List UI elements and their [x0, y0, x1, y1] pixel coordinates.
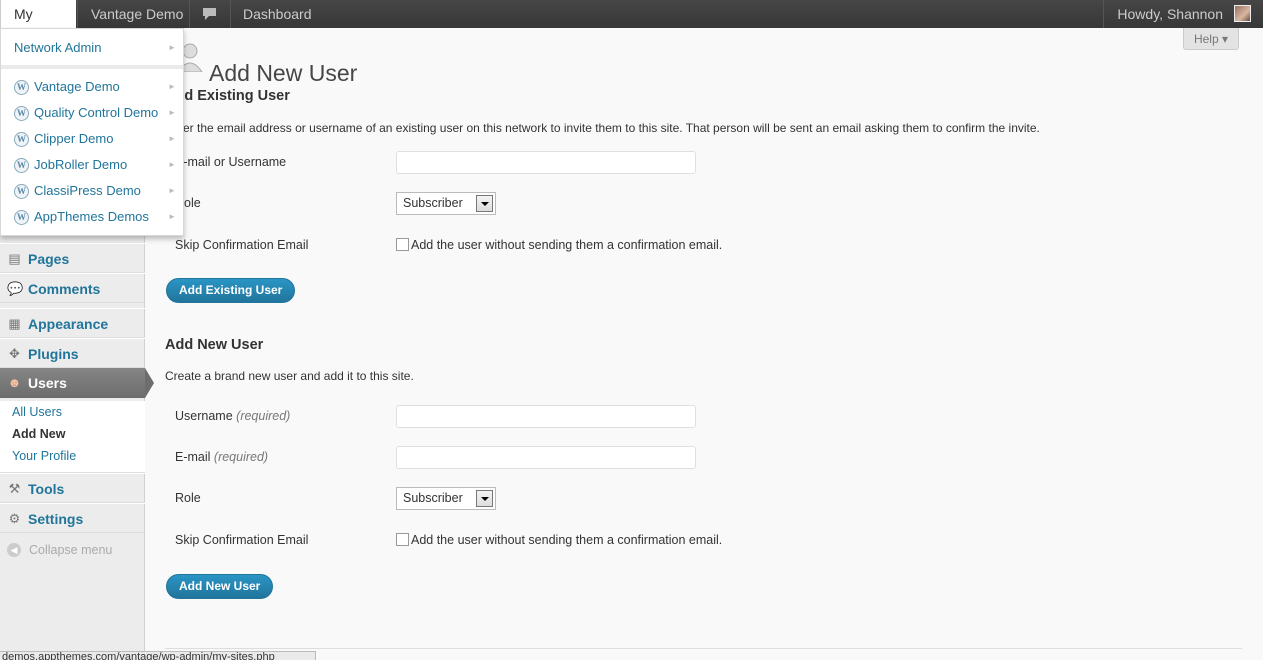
- menu-item-comments[interactable]: 💬 Comments: [0, 273, 145, 303]
- email-or-username-label: E-mail or Username: [175, 155, 287, 169]
- dropdown-arrow-icon: [476, 490, 493, 507]
- site-item[interactable]: W Vantage Demo ►: [1, 74, 183, 100]
- submenu-arrow-icon: ►: [168, 212, 176, 221]
- role-value: Subscriber: [403, 491, 463, 505]
- site-name-link[interactable]: Vantage Demo: [78, 0, 196, 28]
- add-existing-description: Enter the email address or username of a…: [165, 121, 1040, 135]
- main-content: Help ▾ Add New User Add Existing User En…: [146, 28, 1263, 660]
- site-item[interactable]: W JobRoller Demo ►: [1, 152, 183, 178]
- network-admin-item[interactable]: Network Admin ►: [1, 35, 183, 61]
- new-role-select[interactable]: Subscriber: [396, 487, 496, 510]
- existing-skip-label: Skip Confirmation Email: [175, 238, 309, 252]
- plugins-icon: ✥: [9, 346, 20, 361]
- new-skip-checkbox[interactable]: [396, 533, 409, 546]
- existing-skip-checkbox[interactable]: [396, 238, 409, 251]
- pages-icon: ▤: [8, 251, 21, 266]
- collapse-arrow-icon: ◀: [7, 543, 21, 557]
- submenu-arrow-icon: ►: [168, 43, 176, 52]
- howdy-user-menu[interactable]: Howdy, Shannon: [1103, 0, 1263, 28]
- footer-divider: [165, 648, 1242, 649]
- settings-icon: ⚙: [8, 511, 21, 526]
- admin-bar: My Sites Vantage Demo Dashboard Howdy, S…: [0, 0, 1263, 50]
- email-input[interactable]: [396, 446, 696, 469]
- menu-item-tools[interactable]: ⚒ Tools: [0, 473, 145, 503]
- role-value: Subscriber: [403, 196, 463, 210]
- menu-label: Pages: [28, 251, 70, 267]
- menu-label: Comments: [28, 281, 101, 297]
- site-label: ClassiPress Demo: [34, 183, 141, 198]
- menu-label: Plugins: [28, 346, 79, 362]
- menu-label: Appearance: [28, 316, 109, 332]
- collapse-menu-button[interactable]: ◀ Collapse menu: [0, 540, 145, 560]
- dropdown-divider: [1, 65, 183, 69]
- menu-item-appearance[interactable]: ▦ Appearance: [0, 308, 145, 338]
- site-item[interactable]: W AppThemes Demos ►: [1, 204, 183, 230]
- submenu-arrow-icon: ►: [168, 108, 176, 117]
- submenu-arrow-icon: ►: [168, 186, 176, 195]
- menu-label: Tools: [28, 481, 65, 497]
- my-sites-menu-button[interactable]: My Sites: [0, 0, 76, 50]
- howdy-text: Howdy, Shannon: [1117, 6, 1223, 22]
- tools-icon: ⚒: [8, 481, 21, 496]
- email-label: E-mail (required): [175, 450, 269, 464]
- existing-skip-text: Add the user without sending them a conf…: [411, 238, 723, 252]
- user-avatar: [1234, 5, 1251, 22]
- submenu-add-new[interactable]: Add New: [0, 423, 145, 445]
- site-label: JobRoller Demo: [34, 157, 128, 172]
- comments-icon: 💬: [7, 281, 24, 296]
- menu-label: Settings: [28, 511, 84, 527]
- comments-bubble-button[interactable]: [189, 0, 229, 28]
- submenu-all-users[interactable]: All Users: [0, 401, 145, 423]
- my-sites-dropdown: Network Admin ► W Vantage Demo ► W Quali…: [0, 28, 184, 236]
- collapse-label: Collapse menu: [29, 543, 113, 557]
- browser-status-url: demos.appthemes.com/vantage/wp-admin/my-…: [0, 651, 316, 660]
- menu-label: Users: [28, 375, 67, 391]
- users-icon: ☻: [7, 375, 22, 390]
- add-new-heading: Add New User: [165, 337, 264, 353]
- new-skip-text: Add the user without sending them a conf…: [411, 533, 723, 547]
- menu-item-plugins[interactable]: ✥ Plugins: [0, 338, 145, 368]
- site-label: Vantage Demo: [34, 79, 120, 94]
- wordpress-icon: W: [14, 210, 29, 225]
- menu-item-settings[interactable]: ⚙ Settings: [0, 503, 145, 533]
- speech-bubble-icon: [203, 8, 216, 20]
- site-label: AppThemes Demos: [34, 209, 149, 224]
- menu-item-users[interactable]: ☻ Users: [0, 368, 154, 398]
- new-role-label: Role: [175, 491, 201, 505]
- help-label: Help: [1193, 32, 1219, 46]
- site-label: Clipper Demo: [34, 131, 114, 146]
- site-item[interactable]: W Quality Control Demo ►: [1, 100, 183, 126]
- new-skip-label: Skip Confirmation Email: [175, 533, 309, 547]
- submenu-arrow-icon: ►: [168, 82, 176, 91]
- dropdown-arrow-icon: [476, 195, 493, 212]
- users-submenu: All Users Add New Your Profile: [0, 401, 145, 473]
- username-label: Username (required): [175, 409, 291, 423]
- wordpress-icon: W: [14, 80, 29, 95]
- add-new-user-button[interactable]: Add New User: [166, 574, 274, 599]
- add-existing-user-button[interactable]: Add Existing User: [166, 278, 296, 303]
- page-title: Add New User: [209, 60, 358, 87]
- site-item[interactable]: W Clipper Demo ►: [1, 126, 183, 152]
- wordpress-icon: W: [14, 132, 29, 147]
- wordpress-icon: W: [14, 184, 29, 199]
- network-admin-label: Network Admin: [14, 40, 102, 55]
- add-new-description: Create a brand new user and add it to th…: [165, 369, 414, 383]
- appearance-icon: ▦: [8, 316, 21, 331]
- submenu-arrow-icon: ►: [168, 134, 176, 143]
- menu-item-pages[interactable]: ▤ Pages: [0, 243, 145, 273]
- site-item[interactable]: W ClassiPress Demo ►: [1, 178, 183, 204]
- dashboard-link[interactable]: Dashboard: [230, 0, 325, 28]
- submenu-arrow-icon: ►: [168, 160, 176, 169]
- wordpress-icon: W: [14, 158, 29, 173]
- submenu-your-profile[interactable]: Your Profile: [0, 445, 145, 467]
- help-tab-button[interactable]: Help ▾: [1182, 28, 1239, 50]
- existing-role-select[interactable]: Subscriber: [396, 192, 496, 215]
- username-input[interactable]: [396, 405, 696, 428]
- email-or-username-input[interactable]: [396, 151, 696, 174]
- site-label: Quality Control Demo: [34, 105, 159, 120]
- wordpress-icon: W: [14, 106, 29, 121]
